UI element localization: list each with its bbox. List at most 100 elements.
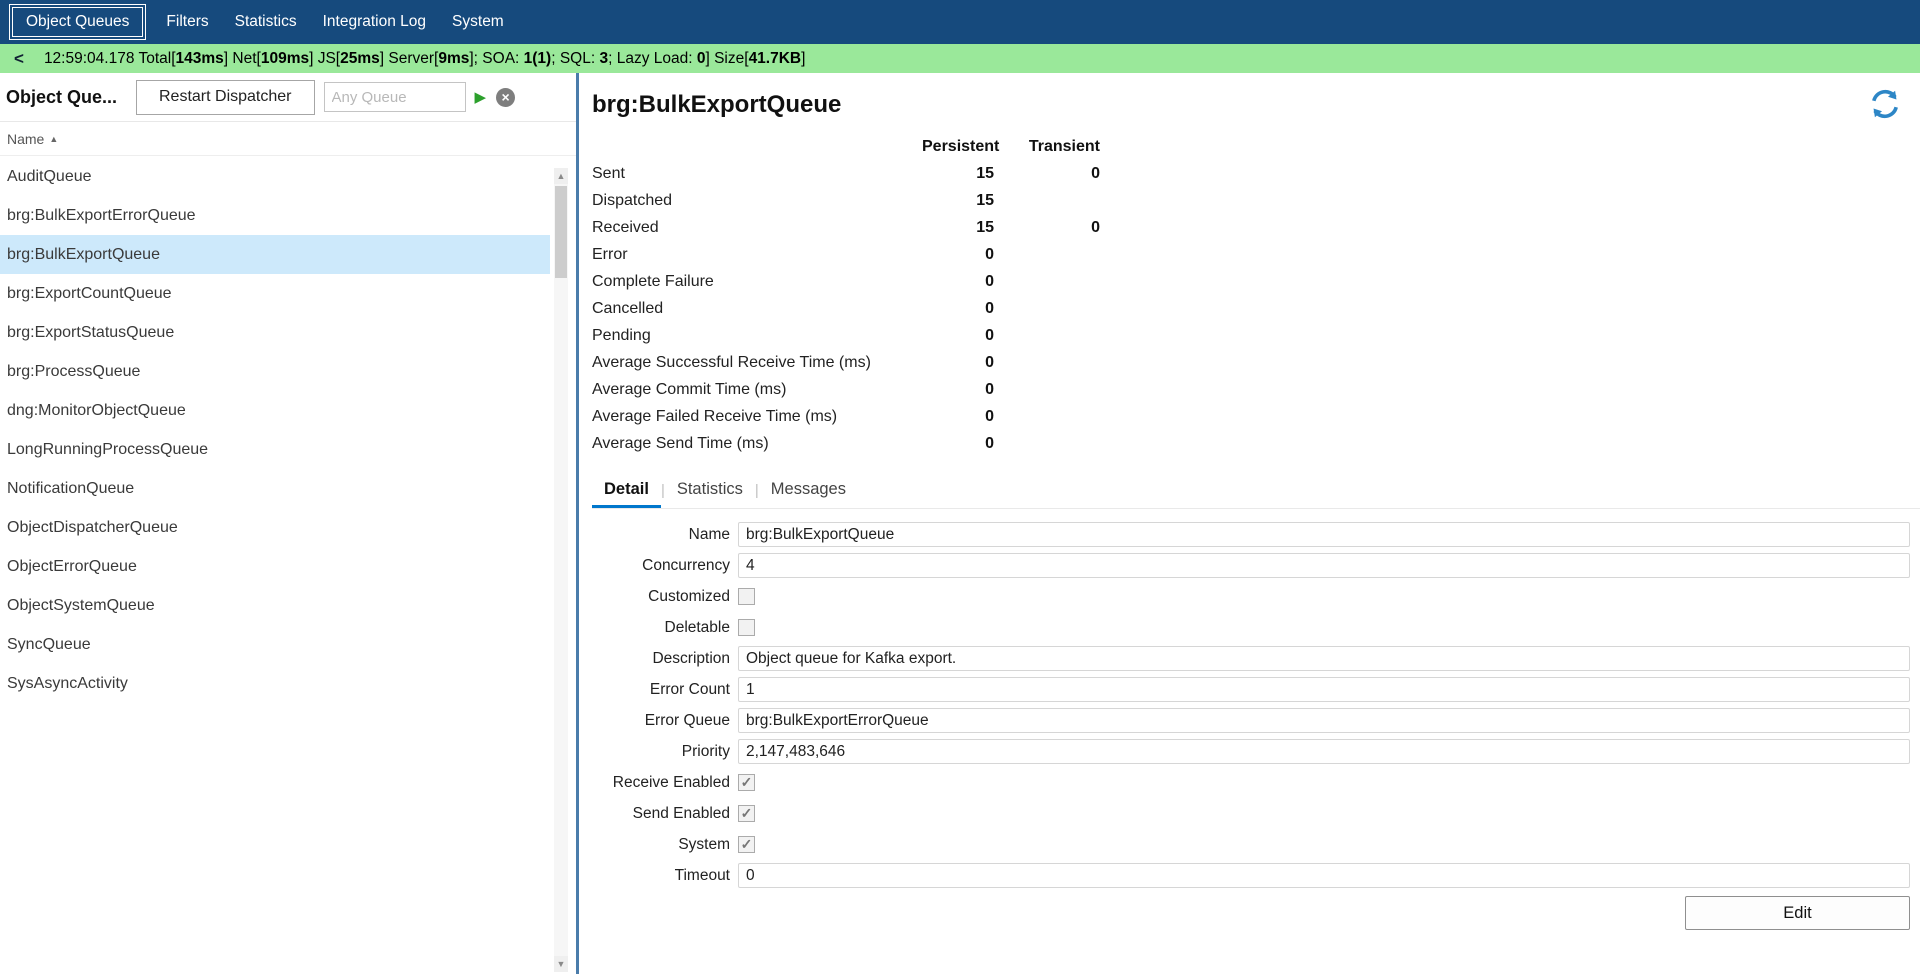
- form-row-error-queue: Error Queuebrg:BulkExportErrorQueue: [592, 708, 1920, 733]
- status-segment: 25ms: [340, 50, 380, 67]
- column-header-label: Name: [7, 131, 44, 147]
- stats-persistent-value: 0: [922, 300, 994, 318]
- scroll-thumb[interactable]: [555, 186, 567, 278]
- priority-field[interactable]: 2,147,483,646: [738, 739, 1910, 764]
- nav-item-filters[interactable]: Filters: [153, 8, 221, 36]
- timeout-field[interactable]: 0: [738, 863, 1910, 888]
- tab-messages[interactable]: Messages: [759, 474, 858, 508]
- scroll-down-icon[interactable]: ▼: [554, 956, 568, 972]
- detail-tabs: Detail|Statistics|Messages: [592, 471, 1920, 509]
- stats-row-sent: Sent150: [592, 160, 1920, 187]
- queue-row-syncqueue[interactable]: SyncQueue: [0, 625, 550, 664]
- customized-checkbox[interactable]: [738, 588, 755, 605]
- stats-persistent-value: 0: [922, 435, 994, 453]
- stats-label: Complete Failure: [592, 273, 922, 291]
- stats-label: Average Commit Time (ms): [592, 381, 922, 399]
- queue-row-brg-exportstatusqueue[interactable]: brg:ExportStatusQueue: [0, 313, 550, 352]
- nav-item-integration-log[interactable]: Integration Log: [310, 8, 439, 36]
- field-label-deletable: Deletable: [592, 619, 738, 637]
- back-button[interactable]: <: [14, 49, 24, 69]
- queue-row-longrunningprocessqueue[interactable]: LongRunningProcessQueue: [0, 430, 550, 469]
- queue-row-dng-monitorobjectqueue[interactable]: dng:MonitorObjectQueue: [0, 391, 550, 430]
- queue-row-notificationqueue[interactable]: NotificationQueue: [0, 469, 550, 508]
- sort-asc-icon: ▲: [49, 134, 58, 144]
- status-text: 12:59:04.178 Total[143ms] Net[109ms] JS[…: [44, 50, 806, 68]
- form-row-error-count: Error Count1: [592, 677, 1920, 702]
- form-row-customized: Customized: [592, 584, 1920, 609]
- field-label-timeout: Timeout: [592, 867, 738, 885]
- form-row-priority: Priority2,147,483,646: [592, 739, 1920, 764]
- tab-detail[interactable]: Detail: [592, 474, 661, 508]
- field-label-error-queue: Error Queue: [592, 712, 738, 730]
- stats-row-average-successful-receive-time-ms: Average Successful Receive Time (ms)0: [592, 349, 1920, 376]
- status-segment: 41.7KB: [749, 50, 802, 67]
- stats-header-row: PersistentTransient: [592, 133, 1920, 160]
- stats-col-transient: Transient: [994, 138, 1100, 156]
- stats-row-error: Error0: [592, 241, 1920, 268]
- form-row-receive-enabled: Receive Enabled✓: [592, 770, 1920, 795]
- queue-row-objecterrorqueue[interactable]: ObjectErrorQueue: [0, 547, 550, 586]
- queue-title: brg:BulkExportQueue: [592, 91, 1920, 119]
- field-label-customized: Customized: [592, 588, 738, 606]
- queue-row-objectsystemqueue[interactable]: ObjectSystemQueue: [0, 586, 550, 625]
- stats-label: Sent: [592, 165, 922, 183]
- stats-persistent-value: 0: [922, 273, 994, 291]
- form-row-concurrency: Concurrency4: [592, 553, 1920, 578]
- error-count-field[interactable]: 1: [738, 677, 1910, 702]
- search-run-icon[interactable]: ▶: [475, 88, 487, 106]
- list-scrollbar[interactable]: ▲ ▼: [554, 168, 568, 972]
- queue-row-brg-bulkexporterrorqueue[interactable]: brg:BulkExportErrorQueue: [0, 196, 550, 235]
- queue-row-objectdispatcherqueue[interactable]: ObjectDispatcherQueue: [0, 508, 550, 547]
- restart-dispatcher-button[interactable]: Restart Dispatcher: [136, 80, 315, 115]
- nav-item-system[interactable]: System: [439, 8, 517, 36]
- stats-persistent-value: 0: [922, 246, 994, 264]
- field-label-error-count: Error Count: [592, 681, 738, 699]
- error-queue-field[interactable]: brg:BulkExportErrorQueue: [738, 708, 1910, 733]
- field-label-receive-enabled: Receive Enabled: [592, 774, 738, 792]
- stats-row-average-send-time-ms: Average Send Time (ms)0: [592, 430, 1920, 457]
- status-segment: 109ms: [261, 50, 309, 67]
- scroll-up-icon[interactable]: ▲: [554, 168, 568, 184]
- stats-row-received: Received150: [592, 214, 1920, 241]
- nav-item-statistics[interactable]: Statistics: [222, 8, 310, 36]
- field-label-priority: Priority: [592, 743, 738, 761]
- field-label-description: Description: [592, 650, 738, 668]
- status-segment: ] JS[: [309, 50, 340, 67]
- status-bar: < 12:59:04.178 Total[143ms] Net[109ms] J…: [0, 44, 1920, 73]
- stats-transient-value: 0: [994, 219, 1100, 237]
- queue-row-brg-bulkexportqueue[interactable]: brg:BulkExportQueue: [0, 235, 550, 274]
- send-enabled-checkbox[interactable]: ✓: [738, 805, 755, 822]
- tab-statistics[interactable]: Statistics: [665, 474, 755, 508]
- form-row-name: Namebrg:BulkExportQueue: [592, 522, 1920, 547]
- concurrency-field[interactable]: 4: [738, 553, 1910, 578]
- stats-persistent-value: 0: [922, 327, 994, 345]
- queue-search-input[interactable]: [324, 82, 466, 112]
- field-label-system: System: [592, 836, 738, 854]
- deletable-checkbox[interactable]: [738, 619, 755, 636]
- receive-enabled-checkbox[interactable]: ✓: [738, 774, 755, 791]
- queue-list-header: Object Que... Restart Dispatcher ▶ ×: [0, 73, 576, 122]
- stats-label: Dispatched: [592, 192, 922, 210]
- stats-persistent-value: 0: [922, 354, 994, 372]
- queue-row-sysasyncactivity[interactable]: SysAsyncActivity: [0, 664, 550, 703]
- status-segment: ]: [801, 50, 805, 67]
- system-checkbox[interactable]: ✓: [738, 836, 755, 853]
- column-header-name[interactable]: Name ▲: [0, 122, 576, 156]
- edit-button[interactable]: Edit: [1685, 896, 1910, 930]
- stats-label: Average Successful Receive Time (ms): [592, 354, 922, 372]
- queue-row-auditqueue[interactable]: AuditQueue: [0, 157, 550, 196]
- edit-button-row: Edit: [592, 896, 1910, 930]
- refresh-icon[interactable]: [1868, 87, 1904, 123]
- status-segment: ]; SOA:: [469, 50, 523, 67]
- queue-row-brg-exportcountqueue[interactable]: brg:ExportCountQueue: [0, 274, 550, 313]
- nav-item-object-queues[interactable]: Object Queues: [12, 7, 143, 37]
- stats-label: Error: [592, 246, 922, 264]
- status-segment: ] Net[: [224, 50, 261, 67]
- stats-persistent-value: 15: [922, 192, 994, 210]
- stats-row-average-commit-time-ms: Average Commit Time (ms)0: [592, 376, 1920, 403]
- name-field[interactable]: brg:BulkExportQueue: [738, 522, 1910, 547]
- description-field[interactable]: Object queue for Kafka export.: [738, 646, 1910, 671]
- status-segment: 9ms: [438, 50, 469, 67]
- clear-search-icon[interactable]: ×: [496, 88, 515, 107]
- queue-row-brg-processqueue[interactable]: brg:ProcessQueue: [0, 352, 550, 391]
